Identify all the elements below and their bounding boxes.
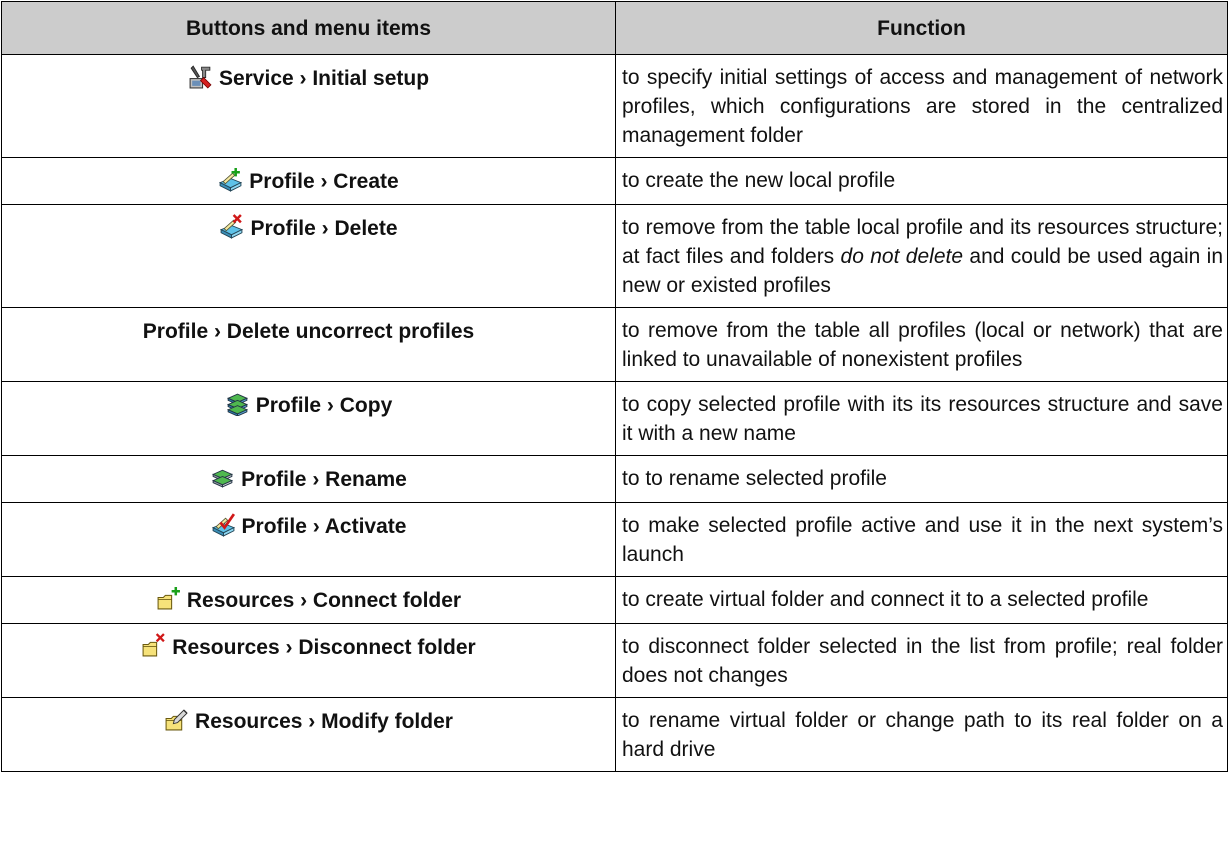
command-cell: Resources › Disconnect folder — [1, 623, 616, 698]
folder-disconnect-icon — [141, 633, 166, 658]
table-row: Profile › Activate to make selected prof… — [1, 502, 1228, 577]
function-cell: to create virtual folder and connect it … — [615, 576, 1228, 624]
command-cell: Profile › Delete uncorrect profiles — [1, 307, 616, 382]
header-function: Function — [615, 1, 1228, 55]
profile-rename-icon — [210, 465, 235, 490]
command-label: Profile › Delete uncorrect profiles — [142, 320, 475, 343]
profile-delete-icon — [219, 214, 244, 239]
command-label: Resources › Disconnect folder — [172, 636, 476, 659]
table-row: Resources › Connect folder to create vir… — [1, 576, 1228, 624]
command-label: Profile › Rename — [241, 468, 407, 491]
profile-create-icon — [218, 167, 243, 192]
command-label: Profile › Create — [249, 170, 399, 193]
command-label: Service › Initial setup — [218, 67, 430, 90]
table-row: Resources › Disconnect folder to disconn… — [1, 623, 1228, 698]
command-cell: Resources › Modify folder — [1, 697, 616, 772]
table-row: Profile › Create to create the new local… — [1, 157, 1228, 205]
function-cell: to rename virtual folder or change path … — [615, 697, 1228, 772]
folder-connect-icon — [156, 586, 181, 611]
command-label: Profile › Activate — [241, 515, 407, 538]
command-label: Profile › Copy — [255, 394, 393, 417]
table-row: Service › Initial setup to specify initi… — [1, 54, 1228, 158]
command-label: Resources › Modify folder — [195, 710, 453, 733]
command-cell: Profile › Rename — [1, 455, 616, 503]
header-buttons-menu-items: Buttons and menu items — [1, 1, 616, 55]
function-cell: to to rename selected profile — [615, 455, 1228, 503]
function-cell: to remove from the table local profile a… — [615, 204, 1228, 308]
profile-copy-icon — [225, 391, 250, 416]
table-row: Profile › Copy to copy selected profile … — [1, 381, 1228, 456]
table-row: Resources › Modify folder to rename virt… — [1, 697, 1228, 772]
folder-modify-icon — [164, 707, 189, 732]
table-row: Profile › Rename to to rename selected p… — [1, 455, 1228, 503]
function-cell: to make selected profile active and use … — [615, 502, 1228, 577]
function-cell: to create the new local profile — [615, 157, 1228, 205]
profile-activate-icon — [211, 512, 236, 537]
table-header-row: Buttons and menu items Function — [1, 1, 1228, 55]
table-row: Profile › Delete to remove from the tabl… — [1, 204, 1228, 308]
function-cell: to disconnect folder selected in the lis… — [615, 623, 1228, 698]
table-row: Profile › Delete uncorrect profiles to r… — [1, 307, 1228, 382]
command-label: Resources › Connect folder — [186, 589, 462, 612]
command-cell: Profile › Activate — [1, 502, 616, 577]
command-cell: Profile › Delete — [1, 204, 616, 308]
command-label: Profile › Delete — [250, 217, 398, 240]
command-cell: Profile › Create — [1, 157, 616, 205]
commands-table: Buttons and menu items Function Service … — [1, 1, 1228, 772]
command-cell: Service › Initial setup — [1, 54, 616, 158]
function-cell: to copy selected profile with its its re… — [615, 381, 1228, 456]
function-cell: to specify initial settings of access an… — [615, 54, 1228, 158]
function-cell: to remove from the table all profiles (l… — [615, 307, 1228, 382]
setup-tools-icon — [188, 64, 213, 89]
function-emphasis: do not delete — [840, 245, 964, 268]
command-cell: Profile › Copy — [1, 381, 616, 456]
command-cell: Resources › Connect folder — [1, 576, 616, 624]
